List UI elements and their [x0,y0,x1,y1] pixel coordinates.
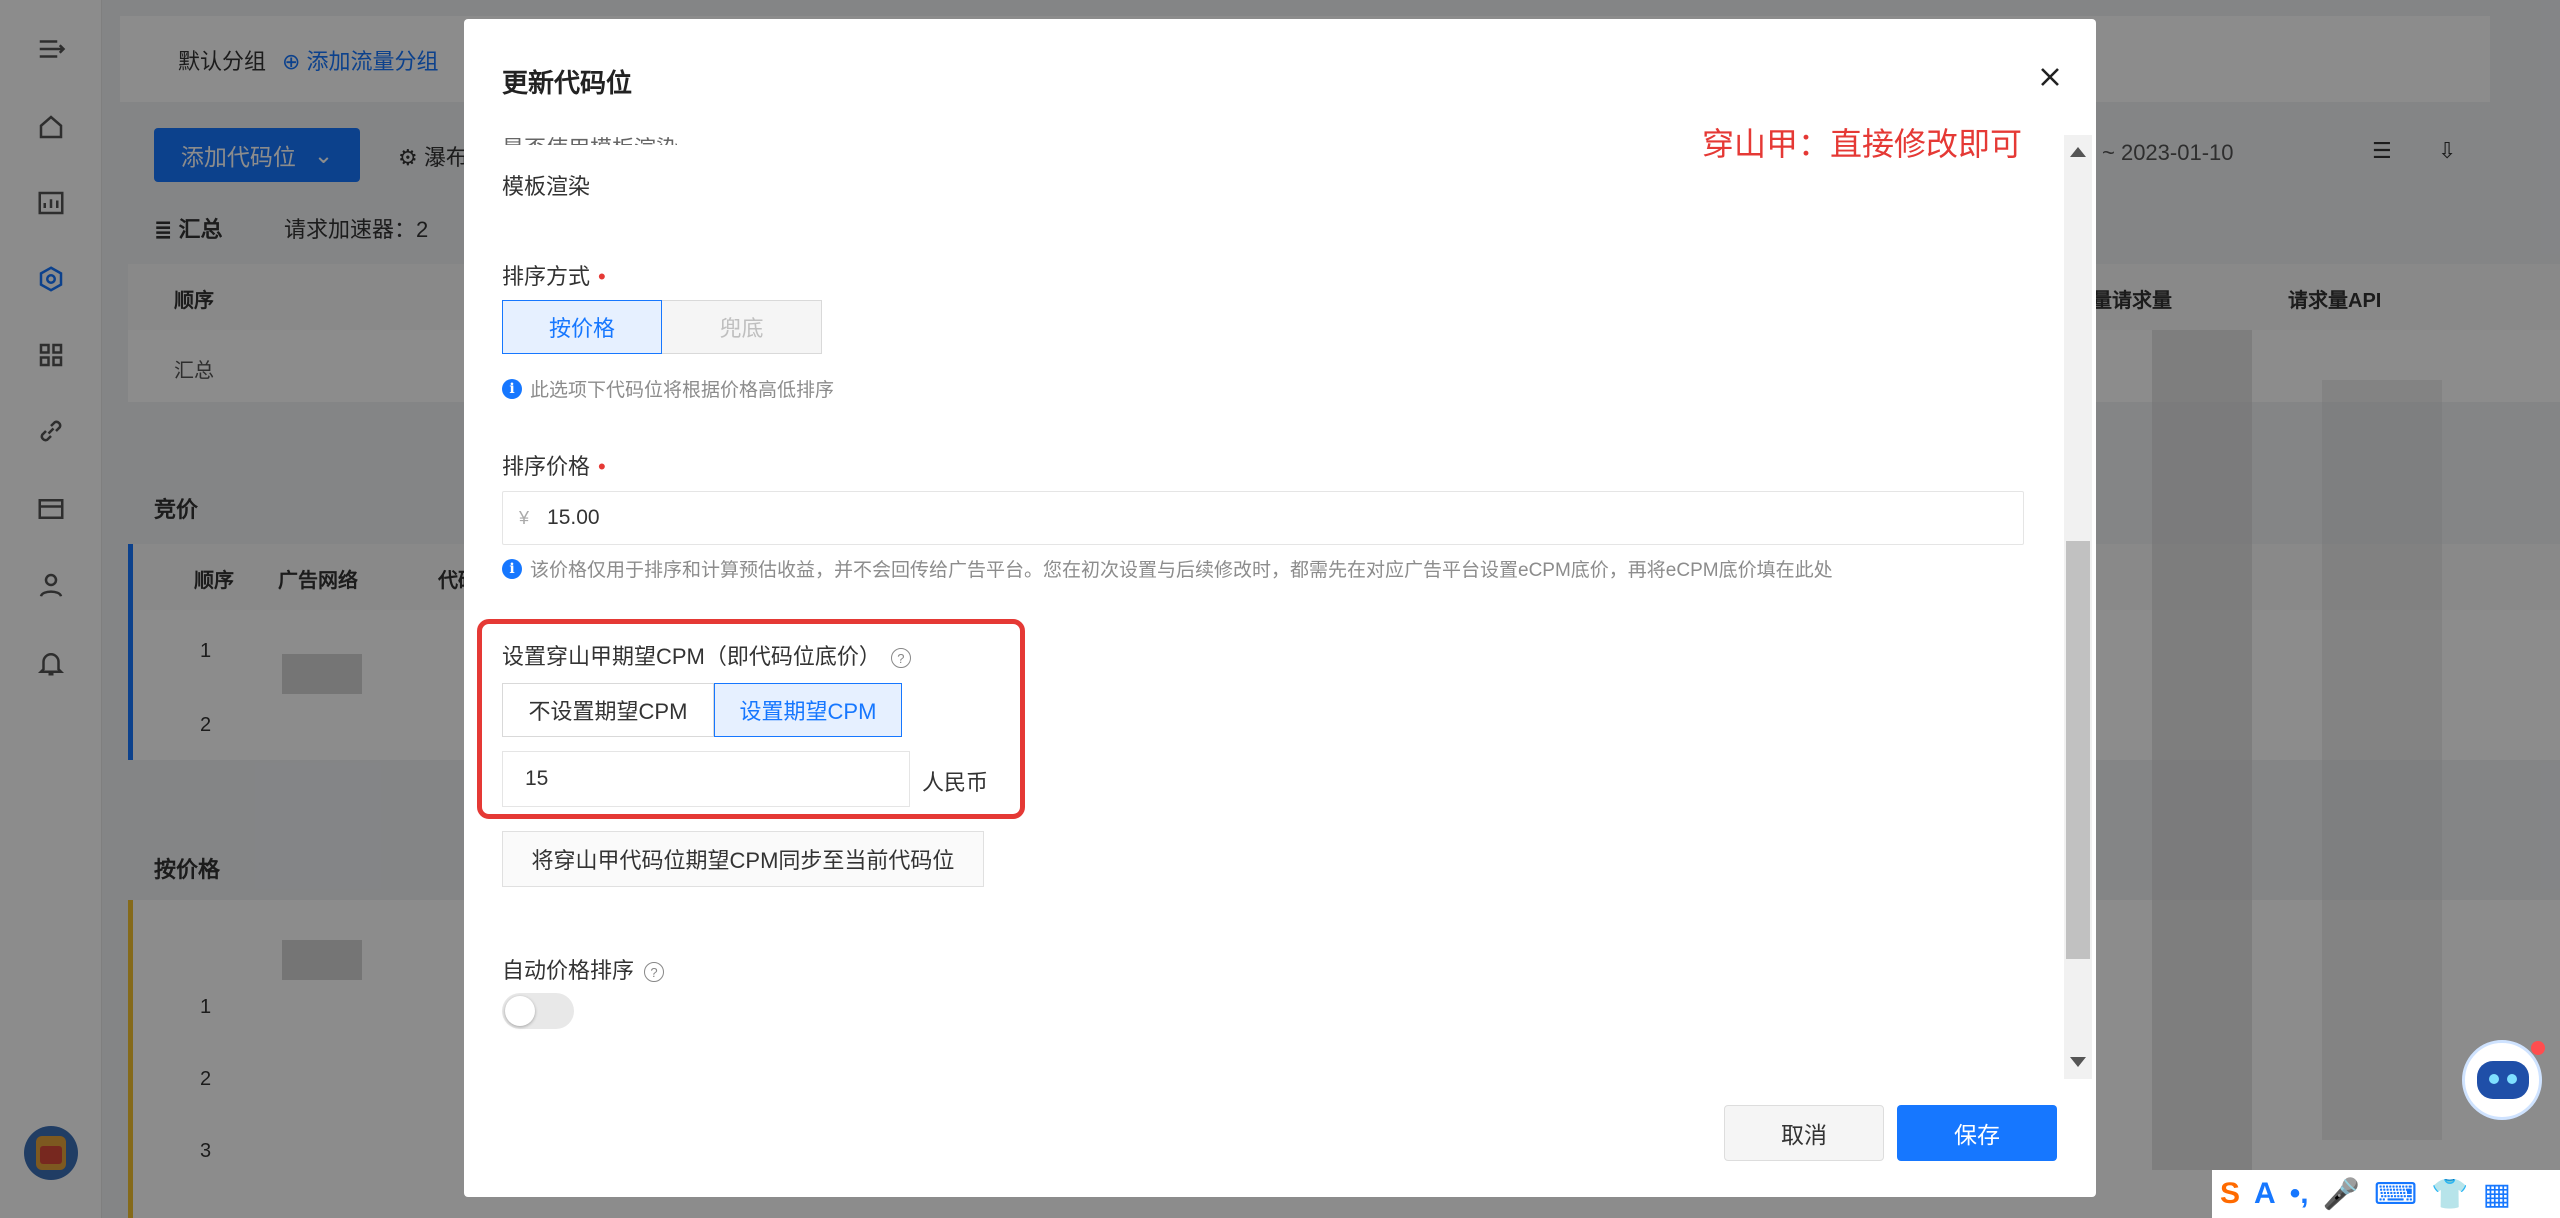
ime-punctuation-icon[interactable]: •, [2290,1177,2309,1211]
info-icon: i [502,558,522,579]
template-render-label: 是否使用模板渲染 [502,131,678,145]
sort-method-hint: i 此选项下代码位将根据价格高低排序 [502,375,834,402]
toggle-knob [505,996,535,1026]
sort-price-hint: i 该价格仅用于排序和计算预估收益，并不会回传给广告平台。您在初次设置与后续修改时… [502,555,1833,582]
required-mark: • [598,454,606,479]
sort-price-text: 排序价格 [502,454,591,479]
sort-method-hint-text: 此选项下代码位将根据价格高低排序 [530,380,835,401]
sort-price-input[interactable]: ¥ 15.00 [502,491,2024,545]
ime-toolbar: S A •, 🎤 ⌨ 👕 ▦ [2212,1170,2560,1218]
auto-sort-text: 自动价格排序 [502,958,635,983]
robot-eye [2507,1074,2517,1084]
save-button[interactable]: 保存 [1897,1105,2057,1161]
template-render-value: 模板渲染 [502,174,591,199]
modal-title: 更新代码位 [502,68,633,98]
set-expected-cpm-option[interactable]: 设置期望CPM [714,683,902,737]
toolbox-icon[interactable]: ▦ [2483,1177,2511,1212]
scroll-thumb[interactable] [2066,541,2090,959]
update-slot-modal: 更新代码位 穿山甲：直接修改即可 是否使用模板渲染 模板渲染 排序方式 • 按价格… [464,19,2096,1197]
currency-symbol: ¥ [519,507,530,528]
cancel-button[interactable]: 取消 [1724,1105,1884,1161]
auto-sort-label: 自动价格排序? [502,953,665,985]
skin-icon[interactable]: 👕 [2431,1177,2468,1212]
keyboard-icon[interactable]: ⌨ [2374,1177,2417,1212]
sort-method-label: 排序方式 • [502,259,606,291]
expected-cpm-segmented: 不设置期望CPM 设置期望CPM [502,683,902,737]
annotation-text: 穿山甲：直接修改即可 [1702,126,2023,162]
expected-cpm-input[interactable]: 15 [502,751,910,807]
cpm-unit: 人民币 [922,770,989,795]
ime-mode-icon[interactable]: A [2254,1177,2276,1211]
sort-price-value: 15.00 [547,506,600,529]
modal-scrollbar[interactable] [2064,135,2092,1079]
fallback-option[interactable]: 兜底 [662,300,822,354]
robot-face [2477,1061,2529,1099]
notification-dot [2531,1041,2545,1055]
no-expected-cpm-option[interactable]: 不设置期望CPM [502,683,714,737]
scroll-up-icon[interactable] [2070,147,2086,157]
expected-cpm-text: 设置穿山甲期望CPM（即代码位底价） [502,644,881,669]
microphone-icon[interactable]: 🎤 [2323,1177,2360,1212]
sync-cpm-button[interactable]: 将穿山甲代码位期望CPM同步至当前代码位 [502,831,984,887]
close-icon[interactable] [2030,57,2070,97]
sort-price-hint-text: 该价格仅用于排序和计算预估收益，并不会回传给广告平台。您在初次设置与后续修改时，… [530,560,1833,581]
assistant-robot-icon[interactable] [2462,1040,2545,1120]
robot-eye [2489,1074,2499,1084]
expected-cpm-value: 15 [525,767,549,790]
auto-sort-toggle[interactable] [502,993,574,1029]
help-icon[interactable]: ? [890,648,911,669]
scroll-down-icon[interactable] [2070,1057,2086,1067]
sort-method-segmented: 按价格 兜底 [502,300,822,354]
help-icon[interactable]: ? [644,962,665,983]
expected-cpm-label: 设置穿山甲期望CPM（即代码位底价）? [502,639,911,671]
info-icon: i [502,378,522,399]
sort-method-text: 排序方式 [502,264,591,289]
ime-logo-icon[interactable]: S [2220,1177,2240,1211]
required-mark: • [598,264,606,289]
sort-by-price-option[interactable]: 按价格 [502,300,662,354]
sort-price-label: 排序价格 • [502,449,606,481]
